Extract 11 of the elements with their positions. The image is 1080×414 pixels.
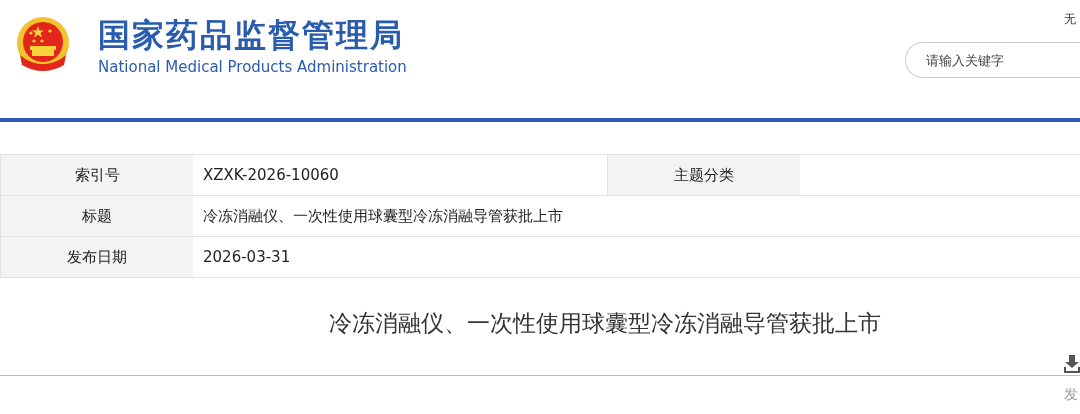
label-cell: 索引号 [0, 155, 193, 195]
article-title: 冷冻消融仪、一次性使用球囊型冷冻消融导管获批上市 [329, 309, 881, 338]
label-cell: 主题分类 [607, 155, 800, 195]
meta-text: 发 [1064, 384, 1078, 404]
label-cell: 发布日期 [0, 237, 193, 277]
accessibility-link[interactable]: 无 [1064, 10, 1080, 28]
download-icon[interactable] [1064, 354, 1080, 373]
label-cell: 标题 [0, 196, 193, 236]
site-subtitle: National Medical Products Administration [98, 57, 407, 78]
site-title: 国家药品监督管理局 [98, 15, 405, 56]
search-field[interactable]: 请输入关键字 [905, 42, 1080, 78]
